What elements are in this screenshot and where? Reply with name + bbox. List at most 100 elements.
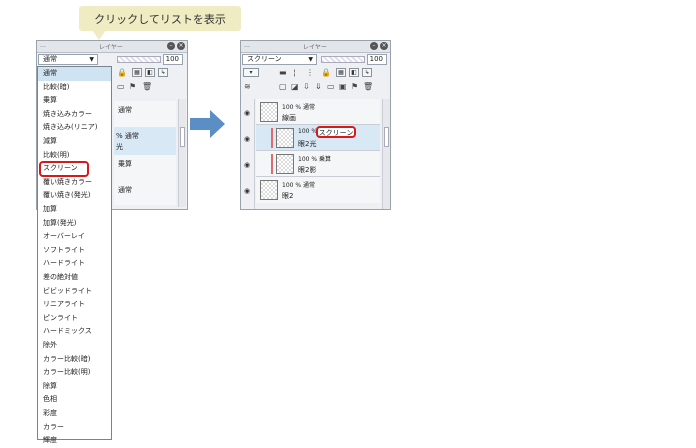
tooltip-callout: クリックしてリストを表示 bbox=[79, 6, 241, 31]
dropdown-item[interactable]: ハードミックス bbox=[38, 325, 111, 339]
layer-row[interactable]: 100 % 通常 線画 bbox=[256, 99, 380, 125]
layer-mode: 100 % 乗算 bbox=[298, 156, 331, 163]
minimize-icon[interactable]: – bbox=[167, 42, 175, 50]
blend-mode-select[interactable]: スクリーン ▼ bbox=[242, 54, 317, 65]
dropdown-item[interactable]: 差の絶対値 bbox=[38, 271, 111, 285]
left-panel-title-prefix: … bbox=[40, 42, 46, 49]
layer-mode: % 通常 bbox=[116, 132, 139, 140]
dropdown-item[interactable]: 覆い焼き(発光) bbox=[38, 189, 111, 203]
dropdown-item[interactable]: 比較(暗) bbox=[38, 81, 111, 95]
dropdown-item[interactable]: 色相 bbox=[38, 393, 111, 407]
layer-name: 眼2影 bbox=[298, 166, 317, 174]
color-select-icon[interactable]: ▾ bbox=[243, 68, 259, 77]
layer-mode: 乗算 bbox=[118, 160, 132, 168]
right-panel-title-prefix: … bbox=[244, 42, 250, 49]
folder-icon[interactable]: ▭ bbox=[117, 82, 125, 91]
layers-stack-icon[interactable]: ≋ bbox=[244, 82, 251, 91]
layer-thumbnail bbox=[260, 102, 278, 122]
layer-row[interactable]: 通常 bbox=[114, 101, 176, 128]
scroll-thumb[interactable] bbox=[384, 127, 389, 147]
eye-icon[interactable]: ◉ bbox=[244, 187, 250, 195]
eye-icon[interactable]: ◉ bbox=[244, 161, 250, 169]
flag-icon[interactable]: ⚑ bbox=[351, 82, 358, 91]
folder-icon[interactable]: ▭ bbox=[327, 82, 335, 91]
merge-visible-icon[interactable]: ⇓ bbox=[315, 82, 322, 91]
dropdown-item[interactable]: 乗算 bbox=[38, 94, 111, 108]
opacity-input[interactable]: 100 bbox=[163, 54, 183, 65]
ref-layer-icon[interactable]: ▦ bbox=[132, 68, 142, 77]
layer-row[interactable]: 100 % 通常 眼2 bbox=[256, 177, 380, 203]
lock-icon[interactable]: 🔒 bbox=[117, 68, 127, 77]
layer-mode: 100 % 通常 bbox=[282, 182, 315, 189]
close-icon[interactable]: × bbox=[380, 42, 388, 50]
dropdown-item[interactable]: 焼き込みカラー bbox=[38, 108, 111, 122]
minimize-icon[interactable]: – bbox=[370, 42, 378, 50]
dropdown-item[interactable]: 除外 bbox=[38, 339, 111, 353]
blend-mode-value: 通常 bbox=[43, 55, 57, 63]
layer-name: 線画 bbox=[282, 114, 296, 122]
dropdown-item[interactable]: 除算 bbox=[38, 380, 111, 394]
dropdown-item[interactable]: 輝度 bbox=[38, 434, 111, 448]
clip-icon[interactable]: ↳ bbox=[158, 68, 168, 77]
dropdown-item[interactable]: 通常 bbox=[38, 67, 111, 81]
right-panel-title: レイヤー bbox=[303, 44, 327, 51]
scroll-thumb[interactable] bbox=[180, 127, 185, 147]
layer-mode: 通常 bbox=[118, 186, 132, 194]
dropdown-item[interactable]: リニアライト bbox=[38, 298, 111, 312]
dropdown-item[interactable]: ピンライト bbox=[38, 312, 111, 326]
trash-icon[interactable]: 🗑 bbox=[363, 82, 373, 91]
layer-mode: 100 % 通常 bbox=[282, 104, 315, 111]
dropdown-item[interactable]: 彩度 bbox=[38, 407, 111, 421]
dropdown-item[interactable]: 減算 bbox=[38, 135, 111, 149]
layer-row[interactable]: 100 % 乗算 眼2影 bbox=[256, 151, 380, 177]
dropdown-item[interactable]: カラー比較(明) bbox=[38, 366, 111, 380]
new-layer-icon[interactable]: ▢ bbox=[279, 82, 287, 91]
close-icon[interactable]: × bbox=[177, 42, 185, 50]
layer-thumbnail bbox=[260, 180, 278, 200]
eye-icon[interactable]: ◉ bbox=[244, 109, 250, 117]
layer-row-selected[interactable]: 100 % スクリーン 眼2光 bbox=[256, 125, 380, 151]
clip-icon[interactable]: ↳ bbox=[362, 68, 372, 77]
dropdown-item[interactable]: ソフトライト bbox=[38, 244, 111, 258]
opacity-input[interactable]: 100 bbox=[367, 54, 387, 65]
eye-icon[interactable]: ◉ bbox=[244, 135, 250, 143]
clip-indicator bbox=[271, 128, 273, 148]
layer-scrollbar[interactable] bbox=[178, 99, 186, 207]
flag-icon[interactable]: ⚑ bbox=[129, 82, 136, 91]
mask-icon[interactable]: ◧ bbox=[145, 68, 155, 77]
lock-icon[interactable]: 🔒 bbox=[321, 68, 331, 77]
layer-row-selected[interactable]: % 通常 光 bbox=[114, 127, 176, 156]
dropdown-item[interactable]: オーバーレイ bbox=[38, 230, 111, 244]
blend-mode-dropdown-list[interactable]: 通常 比較(暗) 乗算 焼き込みカラー 焼き込み(リニア) 減算 比較(明) スクリーン 覆い焼… bbox=[37, 66, 112, 444]
dropdown-item[interactable]: ハードライト bbox=[38, 257, 111, 271]
pin-icon[interactable]: ¦ bbox=[293, 68, 296, 77]
opacity-slider[interactable] bbox=[321, 56, 365, 63]
callout-text: クリックしてリストを表示 bbox=[94, 12, 226, 26]
mask-add-icon[interactable]: ▣ bbox=[339, 82, 347, 91]
opacity-slider[interactable] bbox=[117, 56, 161, 63]
blend-mode-badge: スクリーン bbox=[316, 126, 356, 138]
dropdown-item[interactable]: 焼き込み(リニア) bbox=[38, 121, 111, 135]
dropdown-item[interactable]: ビビッドライト bbox=[38, 285, 111, 299]
layer-thumbnail bbox=[276, 128, 294, 148]
layer-scrollbar[interactable] bbox=[382, 99, 390, 209]
left-panel-titlebar: … レイヤー – × bbox=[37, 41, 187, 53]
pen-icon[interactable]: ▬ bbox=[279, 68, 287, 77]
layer-row[interactable]: 乗算 bbox=[114, 155, 176, 182]
dropdown-item[interactable]: カラー bbox=[38, 421, 111, 435]
dropdown-item[interactable]: 加算(発光) bbox=[38, 217, 111, 231]
ruler-icon[interactable]: ⋮ bbox=[306, 68, 314, 77]
dropdown-item[interactable]: 覆い焼きカラー bbox=[38, 176, 111, 190]
chevron-down-icon: ▼ bbox=[89, 56, 94, 63]
trash-icon[interactable]: 🗑 bbox=[142, 82, 152, 91]
layer-row[interactable]: 通常 bbox=[114, 181, 176, 205]
ref-layer-icon[interactable]: ▦ bbox=[336, 68, 346, 77]
dropdown-item[interactable]: カラー比較(暗) bbox=[38, 353, 111, 367]
blend-mode-select[interactable]: 通常 ▼ bbox=[38, 54, 98, 65]
mask-icon[interactable]: ◧ bbox=[349, 68, 359, 77]
clip-indicator bbox=[271, 154, 273, 174]
dropdown-item[interactable]: 加算 bbox=[38, 203, 111, 217]
dropdown-item[interactable]: 比較(明) bbox=[38, 149, 111, 163]
merge-down-icon[interactable]: ⇩ bbox=[303, 82, 310, 91]
new-vector-layer-icon[interactable]: ◪ bbox=[291, 82, 299, 91]
